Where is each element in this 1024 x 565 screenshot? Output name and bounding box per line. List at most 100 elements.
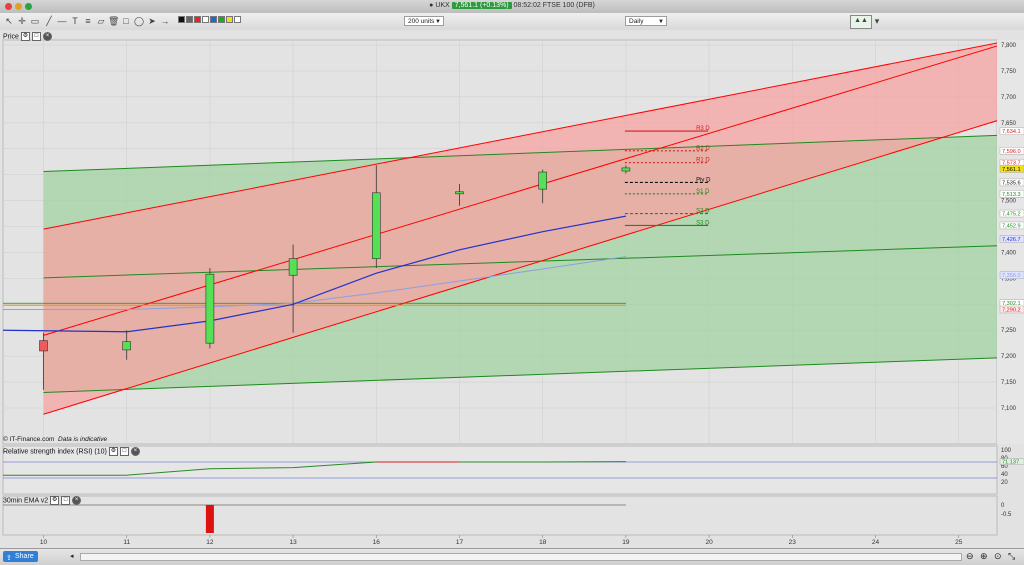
rsi-tick-label: 40 bbox=[1001, 472, 1008, 478]
x-tick-label: 19 bbox=[622, 539, 630, 546]
color-swatch-white[interactable] bbox=[202, 16, 209, 23]
zoom-area-icon[interactable]: ▭ bbox=[30, 16, 40, 26]
y-tick-label: 7,150 bbox=[1001, 380, 1017, 386]
share-button-label: Share bbox=[15, 553, 34, 560]
pivot-label: S2 D bbox=[696, 209, 710, 215]
share-icon: ⇪ bbox=[6, 555, 12, 562]
zoom-out-icon[interactable]: ⊖ bbox=[966, 551, 974, 562]
rsi-plot-area bbox=[2, 445, 998, 495]
horizontal-line-icon[interactable]: ― bbox=[57, 16, 67, 26]
indicative-note: Data is indicative bbox=[58, 436, 108, 443]
text-tool-icon[interactable]: T bbox=[70, 16, 80, 26]
interval-select[interactable]: Daily ▼ bbox=[625, 16, 667, 26]
candle-body bbox=[621, 167, 631, 172]
pivot-label: Piv D bbox=[696, 177, 711, 183]
candle-body bbox=[455, 191, 464, 195]
y-tick-label: 7,400 bbox=[1001, 250, 1017, 256]
zoom-fit-icon[interactable]: ⊙ bbox=[994, 551, 1002, 562]
ray-tool-icon[interactable]: → bbox=[160, 16, 170, 26]
ellipse-tool-icon[interactable]: ◯ bbox=[134, 16, 144, 26]
crosshair-icon[interactable]: ✛ bbox=[17, 16, 27, 26]
horizontal-scrollbar[interactable] bbox=[80, 553, 962, 561]
y-tick-label: 7,650 bbox=[1001, 121, 1017, 127]
chevron-down-icon[interactable]: ▾ bbox=[872, 16, 882, 26]
interval-select-value: Daily bbox=[629, 18, 644, 25]
delete-drawing-icon[interactable]: 🗑 bbox=[108, 16, 119, 26]
zoom-in-icon[interactable]: ⊕ bbox=[980, 551, 988, 562]
y-tick-label: 7,200 bbox=[1001, 354, 1017, 360]
maximize-panel-icon[interactable]: □ bbox=[119, 447, 129, 456]
price-tag-label: 7,513.3 bbox=[1002, 192, 1021, 198]
x-tick-label: 12 bbox=[206, 539, 214, 546]
wrench-icon[interactable]: ⚙ bbox=[108, 447, 118, 456]
pivot-label: R3 D bbox=[696, 126, 710, 132]
select-cursor-icon[interactable]: ↖ bbox=[4, 16, 14, 26]
window-title: ● UKX 7,561.1 (+0.13%) 08:52:02 FTSE 100… bbox=[0, 2, 1024, 9]
scroll-left-icon[interactable]: ◂ bbox=[70, 552, 74, 560]
color-swatch-green[interactable] bbox=[218, 16, 225, 23]
y-tick-label: 7,250 bbox=[1001, 328, 1017, 334]
candle-body bbox=[205, 273, 215, 344]
share-button[interactable]: ⇪ Share bbox=[3, 551, 38, 562]
price-panel-title: Price bbox=[3, 33, 19, 41]
price-change-badge: 7,561.1 (+0.13%) bbox=[451, 2, 512, 9]
price-tag-label: 7,535.6 bbox=[1002, 180, 1021, 186]
ema-panel-header: 30min EMA v2 ⚙ □ × bbox=[3, 496, 82, 505]
fibonacci-icon[interactable]: ≡ bbox=[83, 16, 93, 26]
y-tick-label: 7,750 bbox=[1001, 69, 1017, 75]
bottom-bar: ⇪ Share ◂ ⊖ ⊕ ⊙ ⤡ bbox=[0, 548, 1024, 565]
ema-panel-title: 30min EMA v2 bbox=[3, 497, 49, 505]
rectangle-tool-icon[interactable]: □ bbox=[121, 16, 131, 26]
arrow-tool-icon[interactable]: ➤ bbox=[147, 16, 157, 26]
close-panel-icon[interactable]: × bbox=[130, 447, 140, 456]
units-select[interactable]: 200 units ▼ bbox=[404, 16, 444, 26]
maximize-panel-icon[interactable]: □ bbox=[61, 496, 71, 505]
price-tag-label: 7,426.7 bbox=[1002, 237, 1021, 243]
close-panel-icon[interactable]: × bbox=[42, 32, 52, 41]
x-tick-label: 13 bbox=[289, 539, 297, 546]
rsi-panel-header: Relative strength index (RSI) (10) ⚙ □ × bbox=[3, 447, 140, 456]
rsi-value-tag: 71.137 bbox=[1002, 460, 1019, 466]
price-tag-label: 7,356.0 bbox=[1002, 273, 1021, 279]
units-select-value: 200 units bbox=[408, 18, 435, 25]
candle-body bbox=[288, 258, 298, 276]
price-tag-label: 7,452.9 bbox=[1002, 223, 1021, 229]
candle-body bbox=[371, 192, 381, 259]
wrench-icon[interactable]: ⚙ bbox=[50, 496, 60, 505]
x-tick-label: 24 bbox=[872, 539, 880, 546]
channel-tool-icon[interactable]: ▱ bbox=[96, 16, 106, 26]
price-panel: R3 D R2 D R1 D Piv D S1 D S2 D S3 D 7,100 7,150 7… bbox=[2, 39, 1024, 445]
color-swatch-white-2[interactable] bbox=[234, 16, 241, 23]
resize-grip-icon[interactable]: ⤡ bbox=[1008, 551, 1015, 562]
x-tick-label: 16 bbox=[373, 539, 381, 546]
y-tick-label: 7,500 bbox=[1001, 199, 1017, 205]
maximize-panel-icon[interactable]: □ bbox=[31, 32, 41, 41]
ema-bar bbox=[205, 505, 214, 533]
color-swatch-black[interactable] bbox=[178, 16, 185, 23]
candle-body bbox=[538, 171, 548, 190]
chart-layout-icon[interactable]: ▲▲ bbox=[850, 15, 872, 29]
color-swatch-grey[interactable] bbox=[186, 16, 193, 23]
x-tick-label: 17 bbox=[456, 539, 464, 546]
price-y-axis: 7,1007,1507,2007,2507,3507,4007,5007,650… bbox=[997, 40, 1024, 444]
rsi-panel: 1008060402071.137 bbox=[2, 445, 1024, 495]
x-tick-label: 23 bbox=[789, 539, 797, 546]
candle-body bbox=[39, 340, 48, 352]
close-panel-icon[interactable]: × bbox=[72, 496, 82, 505]
x-tick-label: 25 bbox=[955, 539, 963, 546]
rsi-tick-label: 20 bbox=[1001, 480, 1008, 486]
price-tag-label: 7,596.0 bbox=[1002, 149, 1021, 155]
color-swatch-blue[interactable] bbox=[210, 16, 217, 23]
chevron-down-icon: ▼ bbox=[435, 19, 441, 25]
ema-tick-label: -0.5 bbox=[1001, 512, 1012, 518]
draw-trendline-icon[interactable]: ╱ bbox=[44, 16, 54, 26]
price-tag-label: 7,561.1 bbox=[1002, 167, 1021, 173]
color-swatch-red[interactable] bbox=[194, 16, 201, 23]
wrench-icon[interactable]: ⚙ bbox=[20, 32, 30, 41]
color-swatch-yellow[interactable] bbox=[226, 16, 233, 23]
rsi-panel-title: Relative strength index (RSI) (10) bbox=[3, 448, 107, 456]
x-tick-label: 18 bbox=[539, 539, 547, 546]
chevron-down-icon: ▼ bbox=[658, 19, 664, 25]
x-tick-label: 11 bbox=[123, 539, 130, 546]
x-tick-label: 20 bbox=[705, 539, 713, 546]
